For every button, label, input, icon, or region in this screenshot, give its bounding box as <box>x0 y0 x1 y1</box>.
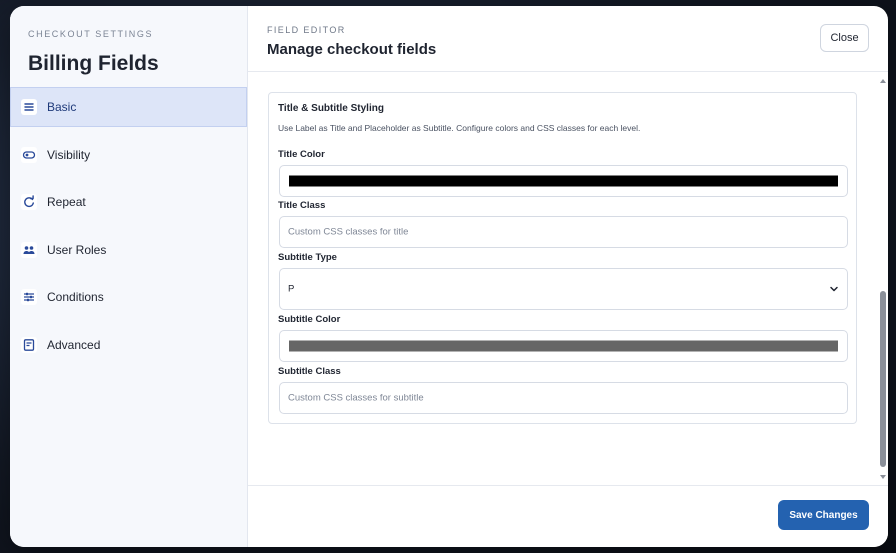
users-icon <box>21 241 37 258</box>
sidebar-nav: Basic Visibility Repeat User Roles Condi… <box>10 87 248 372</box>
subtitle-class-label: Subtitle Class <box>278 366 341 377</box>
sidebar: CHECKOUT SETTINGS Billing Fields Basic V… <box>10 6 248 547</box>
menu-lines-icon <box>21 99 37 115</box>
scroll-up-arrow-icon[interactable] <box>880 79 886 83</box>
subtitle-type-select[interactable]: P <box>279 268 848 310</box>
editor-footer: Save Changes <box>248 485 888 547</box>
title-color-field[interactable] <box>279 165 848 197</box>
document-icon <box>21 336 37 353</box>
close-button[interactable]: Close <box>820 24 869 52</box>
subtitle-class-placeholder: Custom CSS classes for subtitle <box>288 392 424 404</box>
subtitle-type-value: P <box>288 283 295 295</box>
field-editor-panel: FIELD EDITOR Manage checkout fields Clos… <box>248 6 888 547</box>
title-color-swatch <box>289 175 838 187</box>
sidebar-item-label: User Roles <box>47 242 107 257</box>
sidebar-item-basic[interactable]: Basic <box>10 87 247 127</box>
scrollbar-thumb[interactable] <box>880 291 886 467</box>
subtitle-color-field[interactable] <box>279 330 848 362</box>
sidebar-item-label: Visibility <box>47 147 91 162</box>
sidebar-title: Billing Fields <box>28 52 159 75</box>
editor-scrollbar[interactable] <box>878 72 888 485</box>
sidebar-kicker: CHECKOUT SETTINGS <box>28 29 154 39</box>
section-title: Title & Subtitle Styling <box>278 103 384 114</box>
sidebar-item-label: Conditions <box>47 290 104 304</box>
sidebar-item-advanced[interactable]: Advanced <box>10 325 248 365</box>
editor-header: FIELD EDITOR Manage checkout fields Clos… <box>248 6 888 72</box>
chevron-down-icon <box>830 286 838 292</box>
toggle-icon <box>21 146 37 163</box>
subtitle-type-label: Subtitle Type <box>278 252 337 263</box>
subtitle-color-swatch <box>289 340 838 352</box>
editor-body[interactable]: Title & Subtitle Styling Use Label as Ti… <box>248 72 888 485</box>
subtitle-class-input[interactable]: Custom CSS classes for subtitle <box>279 382 848 414</box>
save-changes-button[interactable]: Save Changes <box>778 500 869 530</box>
page-title: Manage checkout fields <box>267 41 437 58</box>
title-class-label: Title Class <box>278 200 326 211</box>
editor-kicker: FIELD EDITOR <box>267 25 346 35</box>
sidebar-item-label: Repeat <box>47 195 86 209</box>
checkout-settings-modal: CHECKOUT SETTINGS Billing Fields Basic V… <box>10 6 888 547</box>
title-color-label: Title Color <box>278 149 325 160</box>
section-description: Use Label as Title and Placeholder as Su… <box>278 123 641 133</box>
sliders-icon <box>21 289 37 305</box>
sidebar-item-repeat[interactable]: Repeat <box>10 182 248 222</box>
title-class-input[interactable]: Custom CSS classes for title <box>279 216 848 248</box>
scroll-down-arrow-icon[interactable] <box>880 475 886 479</box>
sidebar-item-visibility[interactable]: Visibility <box>10 135 248 175</box>
sidebar-item-conditions[interactable]: Conditions <box>10 277 248 317</box>
repeat-icon <box>21 194 37 210</box>
title-class-placeholder: Custom CSS classes for title <box>288 226 409 238</box>
sidebar-item-label: Basic <box>47 100 77 114</box>
sidebar-item-user-roles[interactable]: User Roles <box>10 230 248 270</box>
title-subtitle-styling-card: Title & Subtitle Styling Use Label as Ti… <box>268 92 857 424</box>
sidebar-item-label: Advanced <box>47 337 101 352</box>
subtitle-color-label: Subtitle Color <box>278 314 341 325</box>
